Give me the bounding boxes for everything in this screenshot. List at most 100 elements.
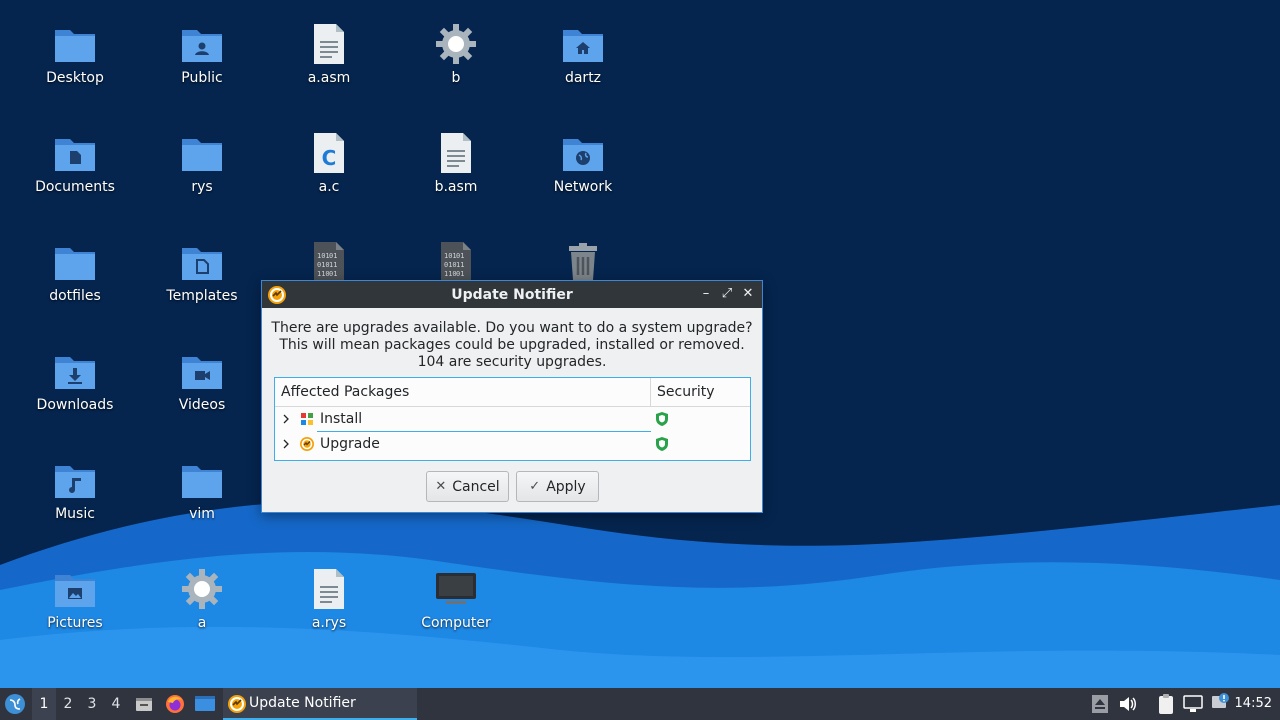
chevron-right-icon[interactable] <box>281 414 291 424</box>
cancel-x-icon: ✕ <box>435 479 447 494</box>
desktop-icon-label: vim <box>189 506 215 522</box>
folder-icon <box>182 139 222 171</box>
workspace-1[interactable]: 1 <box>32 688 56 720</box>
desktop-icon-label: Downloads <box>36 397 114 413</box>
desktop-icon-dotfiles[interactable]: dotfiles <box>20 224 130 324</box>
chevron-right-icon[interactable] <box>281 439 291 449</box>
desktop-icon-public[interactable]: Public <box>147 6 257 106</box>
svg-text:01: 01 <box>329 270 337 278</box>
folder-public-icon <box>182 30 222 62</box>
desktop-icon-a-c[interactable]: C a.c <box>274 115 384 215</box>
desktop-icon-b-asm[interactable]: b.asm <box>401 115 511 215</box>
svg-text:010: 010 <box>444 261 457 269</box>
close-button[interactable]: ✕ <box>740 286 756 302</box>
folder-icon <box>182 466 222 498</box>
dialog-message: There are upgrades available. Do you wan… <box>262 320 762 371</box>
desktop-icon-downloads[interactable]: Downloads <box>20 333 130 433</box>
desktop-icon-documents[interactable]: Documents <box>20 115 130 215</box>
eject-icon[interactable] <box>1092 695 1108 713</box>
tree-row-label: Upgrade <box>320 436 380 452</box>
desktop-icon-music[interactable]: Music <box>20 442 130 542</box>
apply-button-label: Apply <box>546 478 586 495</box>
desktop-icon-rys[interactable]: rys <box>147 115 257 215</box>
desktop-icon-a-rys[interactable]: a.rys <box>274 551 384 651</box>
svg-text:101: 101 <box>317 252 330 260</box>
desktop-icon-a-asm[interactable]: a.asm <box>274 6 384 106</box>
clipboard-icon[interactable] <box>1156 693 1176 715</box>
tree-row-install[interactable]: Install <box>275 407 750 432</box>
svg-text:C: C <box>322 146 337 170</box>
cancel-button[interactable]: ✕ Cancel <box>426 471 509 502</box>
file-manager-launcher-icon[interactable] <box>134 694 154 714</box>
update-notifier-app-icon <box>268 286 286 304</box>
desktop-icon-label: Public <box>181 70 223 86</box>
cancel-button-label: Cancel <box>452 478 500 495</box>
taskbar: 1 2 3 4 Update Notifier 14:52 <box>0 688 1280 720</box>
text-file-icon <box>314 569 344 609</box>
svg-text:110: 110 <box>317 270 330 278</box>
workspace-4[interactable]: 4 <box>104 688 128 720</box>
desktop-icon-pictures[interactable]: Pictures <box>20 551 130 651</box>
firefox-launcher-icon[interactable] <box>164 693 186 715</box>
workspace-2[interactable]: 2 <box>56 688 80 720</box>
volume-icon[interactable] <box>1118 694 1138 714</box>
desktop-icon-label: Documents <box>35 179 115 195</box>
shield-icon <box>656 437 668 451</box>
svg-text:010: 010 <box>317 261 330 269</box>
desktop-icon-label: Pictures <box>47 615 103 631</box>
message-line: 104 are security upgrades. <box>417 354 607 370</box>
start-menu-icon[interactable] <box>4 693 26 715</box>
dialog-titlebar[interactable]: Update Notifier – ⤢ ✕ <box>262 281 762 308</box>
desktop-icon-label: a.c <box>318 179 340 195</box>
clock[interactable]: 14:52 <box>1235 696 1272 711</box>
desktop-switcher-icon[interactable] <box>194 694 216 714</box>
desktop-icon-label: a.asm <box>307 70 351 86</box>
desktop-icon-network[interactable]: Network <box>528 115 638 215</box>
folder-downloads-icon <box>55 357 95 389</box>
folder-icon <box>55 30 95 62</box>
desktop-icon-desktop[interactable]: Desktop <box>20 6 130 106</box>
maximize-button[interactable]: ⤢ <box>719 286 735 302</box>
upgrade-package-icon <box>300 437 314 451</box>
folder-pictures-icon <box>55 575 95 607</box>
folder-home-icon <box>563 30 603 62</box>
network-icon[interactable] <box>1182 694 1204 714</box>
minimize-button[interactable]: – <box>698 286 714 302</box>
folder-music-icon <box>55 466 95 498</box>
desktop-icon-videos[interactable]: Videos <box>147 333 257 433</box>
tree-row-upgrade[interactable]: Upgrade <box>275 432 750 457</box>
svg-text:110: 110 <box>444 270 457 278</box>
column-header-affected-packages[interactable]: Affected Packages <box>275 378 651 406</box>
desktop-icon-computer[interactable]: Computer <box>401 551 511 651</box>
desktop-icon-templates[interactable]: Templates <box>147 224 257 324</box>
svg-text:01: 01 <box>329 252 337 260</box>
taskbar-item-label: Update Notifier <box>249 695 356 711</box>
computer-icon <box>436 573 476 604</box>
desktop-icon-label: dartz <box>564 70 602 86</box>
desktop-icon-a[interactable]: a <box>147 551 257 651</box>
folder-templates-icon <box>182 248 222 280</box>
checkmark-icon: ✓ <box>529 479 541 494</box>
desktop-icon-label: Templates <box>166 288 238 304</box>
workspace-3[interactable]: 3 <box>80 688 104 720</box>
desktop-icon-vim[interactable]: vim <box>147 442 257 542</box>
folder-videos-icon <box>182 357 222 389</box>
desktop-icon-label: Desktop <box>46 70 104 86</box>
desktop-icon-b[interactable]: b <box>401 6 511 106</box>
tree-row-label: Install <box>320 411 363 427</box>
update-notification-icon[interactable] <box>1210 693 1230 713</box>
desktop-icon-label: dotfiles <box>49 288 101 304</box>
svg-text:01: 01 <box>456 252 464 260</box>
executable-gear-icon <box>436 24 476 64</box>
desktop-icon-dartz[interactable]: dartz <box>528 6 638 106</box>
affected-packages-tree[interactable]: Affected Packages Security Install Upgra… <box>274 377 751 461</box>
binary-file-icon: 101 01010 11110 01 <box>314 242 344 282</box>
apply-button[interactable]: ✓ Apply <box>516 471 599 502</box>
column-header-security[interactable]: Security <box>651 378 750 406</box>
desktop-icon-label: Network <box>553 179 613 195</box>
taskbar-item-update-notifier[interactable]: Update Notifier <box>223 688 417 720</box>
folder-network-icon <box>563 139 603 171</box>
tree-header: Affected Packages Security <box>275 378 750 407</box>
desktop-icon-label: b.asm <box>434 179 478 195</box>
svg-text:01: 01 <box>456 270 464 278</box>
